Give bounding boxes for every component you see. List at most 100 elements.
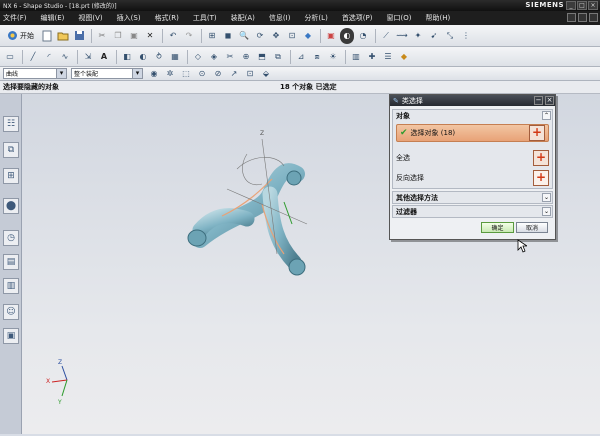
paste-button[interactable]: ▣ [127,28,141,44]
blend-button[interactable]: ◈ [207,49,221,65]
part-nav-icon[interactable]: ⊞ [3,168,19,184]
select-filter-icon[interactable]: ⊙ [195,68,209,79]
select-objects-row[interactable]: ✔ 选择对象 (18) + [396,124,549,142]
show-button[interactable]: ◔ [356,28,370,44]
menu-analysis[interactable]: 分析(L) [297,13,334,23]
surface-button[interactable]: ◇ [191,49,205,65]
menu-assembly[interactable]: 装配(A) [224,13,262,23]
other-methods-group[interactable]: 其他选择方法 ⌄ [392,191,553,204]
wireframe-button[interactable]: ▣ [324,28,338,44]
menu-insert[interactable]: 插入(S) [110,13,148,23]
grid-button[interactable]: ⋮ [459,28,473,44]
dialog-titlebar[interactable]: ✎ 类选择 − × [390,95,555,106]
sew-button[interactable]: ⧉ [271,49,285,65]
text-button[interactable]: A [97,49,111,65]
assembly-nav-icon[interactable]: ☷ [3,116,19,132]
new-button[interactable] [40,28,54,44]
project-button[interactable]: ⇲ [81,49,95,65]
cut-button[interactable]: ✂ [95,28,109,44]
select-filter-icon[interactable]: ⊘ [211,68,225,79]
menu-preferences[interactable]: 首选项(P) [335,13,380,23]
menu-window[interactable]: 窗口(O) [380,13,419,23]
delete-button[interactable]: ✕ [143,28,157,44]
redo-button[interactable]: ↷ [182,28,196,44]
scope-select[interactable]: 整个装配 [71,68,143,79]
pan-button[interactable]: ✥ [269,28,283,44]
rotate-button[interactable]: ⟳ [253,28,267,44]
dim-button[interactable]: ⤡ [443,28,457,44]
fit-button[interactable]: ⊞ [205,28,219,44]
dialog-collapse-icon[interactable]: − [534,96,543,105]
point-button[interactable]: ✦ [411,28,425,44]
menu-info[interactable]: 信息(I) [262,13,298,23]
system-scene-icon[interactable]: ▣ [3,328,19,344]
invert-selection-button[interactable]: + [533,170,549,186]
roles-icon[interactable]: ☺ [3,304,19,320]
select-filter-icon[interactable]: ⬚ [179,68,193,79]
sketch-button[interactable]: ▭ [3,49,17,65]
snap-button[interactable]: ⟋ [379,28,393,44]
menu-format[interactable]: 格式(R) [148,13,186,23]
cancel-button[interactable]: 取消 [516,222,548,233]
close-icon[interactable]: × [588,1,598,10]
menu-file[interactable]: 文件(F) [0,13,34,23]
sweep-button[interactable]: ⥁ [152,49,166,65]
select-button[interactable]: ➹ [427,28,441,44]
menu-tools[interactable]: 工具(T) [186,13,224,23]
open-button[interactable] [56,28,70,44]
color-button[interactable]: ◆ [397,49,411,65]
arc-button[interactable]: ◜ [42,49,56,65]
ok-button[interactable]: 确定 [481,222,514,233]
select-all-button[interactable]: + [533,150,549,166]
system-materials-icon[interactable]: ▤ [3,254,19,270]
select-filter-icon[interactable]: ⬙ [259,68,273,79]
doc-restore-icon[interactable] [578,13,587,22]
history-icon[interactable]: ◷ [3,230,19,246]
render-style-button[interactable]: ◆ [301,28,315,44]
process-studio-icon[interactable]: ▥ [3,278,19,294]
minimize-icon[interactable]: _ [566,1,576,10]
select-filter-icon[interactable]: ↗ [227,68,241,79]
trim-button[interactable]: ✂ [223,49,237,65]
select-filter-icon[interactable]: ✲ [163,68,177,79]
other-methods-header[interactable]: 其他选择方法 ⌄ [393,192,552,203]
doc-minimize-icon[interactable] [567,13,576,22]
maximize-icon[interactable]: □ [577,1,587,10]
mesh-button[interactable]: ▦ [168,49,182,65]
save-button[interactable] [72,28,86,44]
offset-button[interactable]: ⊕ [239,49,253,65]
extrude-button[interactable]: ◧ [120,49,134,65]
constraint-nav-icon[interactable]: ⧉ [3,142,19,158]
chevron-down-icon[interactable]: ⌄ [542,193,551,202]
analysis-button[interactable]: ⊿ [294,49,308,65]
chevron-up-icon[interactable]: ⌃ [542,111,551,120]
filter-group[interactable]: 过滤器 ⌄ [392,205,553,218]
start-button[interactable]: 开始 [3,28,38,44]
highlight-button[interactable]: ☀ [326,49,340,65]
select-filter-icon[interactable]: ⊡ [243,68,257,79]
pipe-model[interactable] [187,163,306,276]
plus-cross-icon[interactable]: + [529,125,545,141]
menu-edit[interactable]: 编辑(E) [34,13,72,23]
chevron-down-icon[interactable]: ⌄ [542,207,551,216]
section-button[interactable]: ⧈ [310,49,324,65]
copy-button[interactable]: ❐ [111,28,125,44]
layer-button[interactable]: ☰ [381,49,395,65]
plus-button[interactable]: ✚ [365,49,379,65]
view-orient-button[interactable]: ⊡ [285,28,299,44]
objects-group-header[interactable]: 对象 ⌃ [393,110,552,121]
filter-header[interactable]: 过滤器 ⌄ [393,206,552,217]
spline-button[interactable]: ∿ [58,49,72,65]
type-filter-select[interactable]: 曲线 [3,68,67,79]
revolve-button[interactable]: ◐ [136,49,150,65]
zoom-button[interactable]: 🔍 [237,28,251,44]
dialog-close-icon[interactable]: × [545,96,554,105]
undo-button[interactable]: ↶ [166,28,180,44]
shaded-button[interactable]: ◼ [221,28,235,44]
table-button[interactable]: ▥ [349,49,363,65]
select-filter-icon[interactable]: ◉ [147,68,161,79]
reuse-library-icon[interactable]: ⬤ [3,198,19,214]
measure-button[interactable]: ⟿ [395,28,409,44]
doc-close-icon[interactable] [589,13,598,22]
hide-button[interactable]: ◐ [340,27,354,44]
